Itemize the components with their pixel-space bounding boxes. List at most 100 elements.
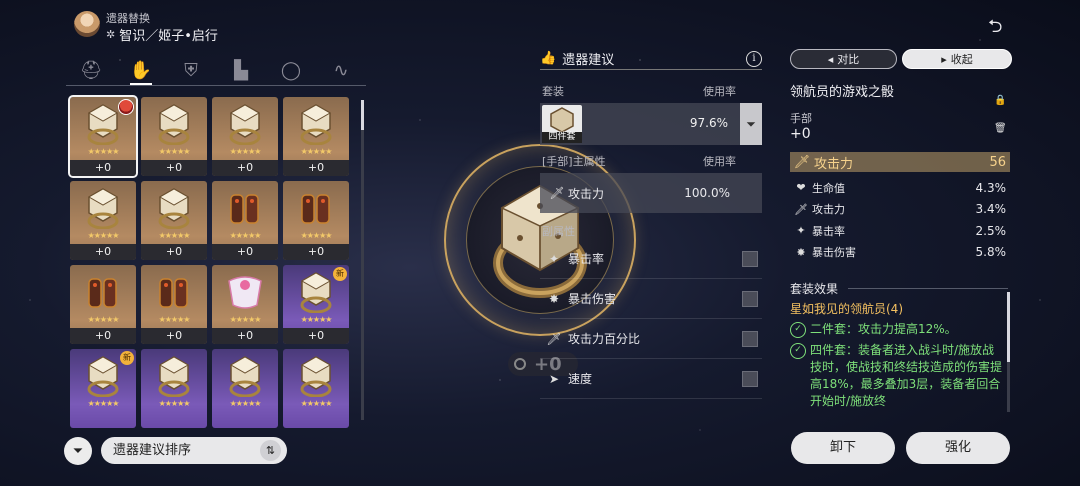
- new-badge: 新: [120, 351, 134, 365]
- dice-ring-relic-icon: [87, 188, 119, 229]
- back-icon[interactable]: ⮌: [988, 14, 1002, 44]
- helmet-icon: ⛑: [79, 59, 103, 81]
- relic-slot: 手部: [790, 112, 812, 125]
- scrollbar-thumb[interactable]: [1007, 292, 1010, 362]
- tab-divider: [66, 85, 366, 86]
- relic-card[interactable]: ★★★★★ +0: [141, 265, 207, 344]
- collapse-button[interactable]: ▸ 收起: [902, 49, 1012, 69]
- character-path-label: 智识／姬子•启行: [119, 29, 218, 44]
- set-effect-scrollbar[interactable]: [1007, 292, 1010, 412]
- enhance-button[interactable]: 强化: [906, 432, 1010, 464]
- relic-card[interactable]: ★★★★★ +0: [212, 265, 278, 344]
- relic-card-level: +0: [283, 328, 349, 344]
- sub-stat-name: 暴击伤害: [812, 246, 856, 260]
- dice-ring-relic-icon: [158, 104, 190, 145]
- collapse-icon: ▸: [941, 52, 947, 66]
- lock-icon[interactable]: 🔒: [994, 95, 1006, 106]
- sub-stat-checkbox[interactable]: [742, 330, 758, 347]
- relic-card[interactable]: ★★★★★ +0 新: [283, 265, 349, 344]
- relic-card[interactable]: ★★★★★ +0: [68, 95, 138, 178]
- rarity-stars: ★★★★★: [300, 399, 333, 408]
- rarity-stars: ★★★★★: [87, 231, 120, 240]
- set-effect-divider: [848, 288, 1008, 289]
- relic-card[interactable]: ★★★★★ +0: [141, 97, 207, 176]
- recommended-main-stat-row: 🗡 攻击力 100.0%: [540, 173, 762, 213]
- charm-relic-icon: [228, 276, 262, 309]
- sub-stat-row-atk-pct[interactable]: 🗡 攻击力百分比: [540, 319, 762, 359]
- sub-stat-checkbox[interactable]: [742, 370, 758, 387]
- crit-rate-icon: ✦: [548, 251, 560, 266]
- sub-stat-checkbox[interactable]: [742, 290, 758, 307]
- tab-body[interactable]: ⛨: [166, 55, 216, 85]
- relic-card-level: +0: [70, 244, 136, 260]
- main-stat-name: 攻击力: [814, 156, 854, 172]
- sub-stat-name: 暴击伤害: [568, 292, 617, 306]
- rarity-stars: ★★★★★: [158, 231, 191, 240]
- discard-icon[interactable]: 🗑: [994, 123, 1007, 134]
- check-icon: ✓: [790, 343, 806, 359]
- recommended-set-row[interactable]: 四件套 97.6% ⏷: [540, 103, 762, 145]
- set-effect-4pc: ✓ 四件套：装备者进入战斗时/施放战技时，使战技和终结技造成的伤害提高18%，最…: [790, 342, 1002, 410]
- tab-sphere[interactable]: ◯: [266, 55, 316, 85]
- rarity-stars: ★★★★★: [300, 147, 333, 156]
- scrollbar-thumb[interactable]: [361, 100, 364, 130]
- relic-card[interactable]: ★★★★★ +0: [212, 181, 278, 260]
- sword-icon: 🗡: [549, 186, 565, 200]
- sub-stat-row-crit-dmg[interactable]: ✸ 暴击伤害: [540, 279, 762, 319]
- tab-rope[interactable]: ∿: [316, 55, 366, 85]
- relic-name: 领航员的游戏之骰: [790, 85, 895, 100]
- set-thumbnail: 四件套: [542, 105, 582, 143]
- gloves-relic-icon: [159, 278, 188, 308]
- sub-stat-row-crit-rate[interactable]: ✦ 暴击率: [540, 239, 762, 279]
- set-column-header: 套装 使用率: [540, 83, 762, 99]
- sub-stat-name: 生命值: [812, 181, 845, 195]
- page-title: ✲ 智识／姬子•启行: [106, 25, 218, 44]
- filter-button[interactable]: ⏷: [64, 437, 92, 465]
- relic-card-level: +0: [141, 160, 207, 176]
- sub-stat-row-speed[interactable]: ➤ 速度: [540, 359, 762, 399]
- info-icon[interactable]: i: [746, 50, 762, 67]
- dice-ring-relic-icon: [158, 188, 190, 229]
- relic-card[interactable]: ★★★★★: [141, 349, 207, 428]
- relic-card[interactable]: ★★★★★ +0: [141, 181, 207, 260]
- set-filter-icon[interactable]: ⏷: [740, 103, 762, 145]
- sub-stat-crit-rate: ✦ 暴击率 2.5%: [790, 220, 1010, 242]
- character-avatar: [74, 11, 100, 37]
- dice-ring-relic-icon: [87, 356, 119, 397]
- relic-card[interactable]: ★★★★★: [283, 349, 349, 428]
- tab-head[interactable]: ⛑: [66, 55, 116, 85]
- relic-card[interactable]: ★★★★★ +0: [283, 181, 349, 260]
- compare-icon: ◂: [827, 52, 834, 66]
- sub-stat-checkbox[interactable]: [742, 250, 758, 267]
- set-usage-label: 使用率: [703, 85, 736, 98]
- unequip-button[interactable]: 卸下: [791, 432, 895, 464]
- relic-card[interactable]: ★★★★★ +0: [70, 265, 136, 344]
- sub-stat-label: 副属性: [542, 225, 575, 238]
- relic-card[interactable]: ★★★★★ 新: [70, 349, 136, 428]
- compare-label: 对比: [837, 53, 860, 66]
- relic-grid-scrollbar[interactable]: [361, 100, 364, 420]
- gloves-relic-icon: [301, 194, 330, 224]
- sub-stat-value: 3.4%: [975, 202, 1007, 217]
- relic-card[interactable]: ★★★★★ +0: [212, 97, 278, 176]
- sort-order-icon[interactable]: ⇅: [260, 440, 281, 461]
- rarity-stars: ★★★★★: [229, 315, 262, 324]
- relic-card[interactable]: ★★★★★: [212, 349, 278, 428]
- sort-dropdown[interactable]: 遗器建议排序 ⇅: [101, 437, 287, 464]
- tab-feet[interactable]: ▙: [216, 55, 266, 85]
- main-stat-name: 攻击力: [568, 186, 605, 201]
- gloves-relic-icon: [230, 194, 259, 224]
- relic-card[interactable]: ★★★★★ +0: [283, 97, 349, 176]
- set-dice-icon: [550, 107, 574, 133]
- rope-icon: ∿: [333, 59, 349, 81]
- compare-button[interactable]: ◂ 对比: [790, 49, 897, 69]
- relic-sub-stats: ❤ 生命值 4.3% 🗡 攻击力 3.4% ✦ 暴击率 2.5% ✸ 暴击伤害 …: [790, 177, 1010, 263]
- relic-card[interactable]: ★★★★★ +0: [70, 181, 136, 260]
- effect-2pc-text: 二件套：攻击力提高12%。: [810, 322, 957, 336]
- relic-level: +0: [790, 126, 811, 142]
- tab-hands[interactable]: ✋: [116, 55, 166, 85]
- sub-stat-name: 暴击率: [568, 252, 605, 266]
- rarity-stars: ★★★★★: [87, 315, 120, 324]
- armor-icon: ⛨: [184, 59, 198, 81]
- thumbs-up-icon: 👍: [540, 51, 557, 66]
